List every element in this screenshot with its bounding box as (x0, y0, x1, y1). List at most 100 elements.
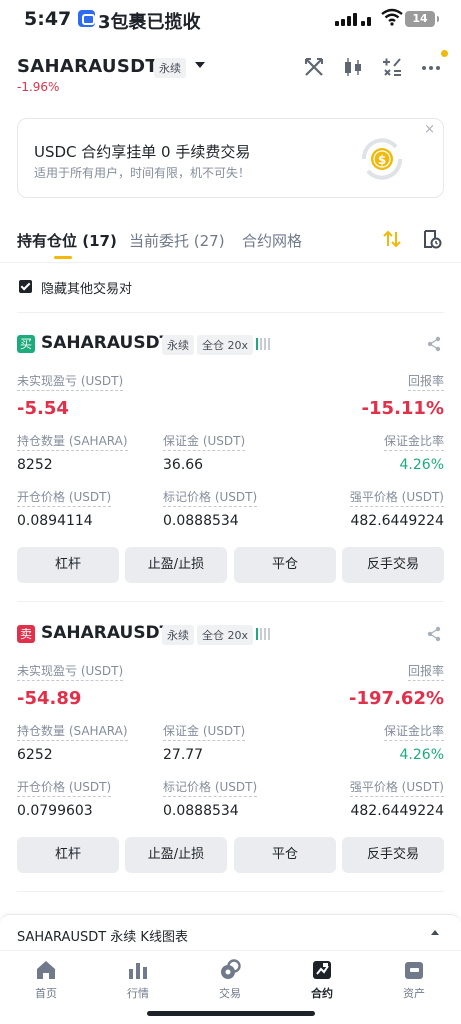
leverage-button[interactable]: 杠杆 (17, 547, 119, 583)
signal-icon (335, 12, 375, 26)
candlestick-icon[interactable] (342, 56, 364, 78)
position-symbol[interactable]: SAHARAUSDT (41, 333, 171, 353)
liq-price-label[interactable]: 强平价格 (USDT) (349, 778, 444, 797)
status-time: 5:47 (24, 8, 72, 30)
tab-open-orders[interactable]: 当前委托 (27) (129, 230, 225, 251)
divider (17, 601, 444, 602)
contract-type-tag: 永续 (162, 625, 194, 645)
share-icon[interactable] (426, 336, 442, 352)
nav-markets[interactable]: 行情 (108, 959, 168, 1001)
nav-futures-label: 合约 (311, 987, 333, 1000)
home-icon (37, 961, 55, 979)
tab-positions[interactable]: 持有仓位 (17) (17, 230, 117, 251)
position-card: 买 SAHARAUSDT 永续 全仓 20x 未实现盈亏 (USDT) 回报率 … (0, 333, 461, 595)
unrealized-pnl-label[interactable]: 未实现盈亏 (USDT) (17, 662, 124, 681)
battery-indicator: 14 (405, 11, 439, 27)
calculator-icon[interactable] (381, 56, 403, 78)
nav-assets-label: 资产 (403, 987, 425, 1000)
futures-icon (313, 961, 331, 979)
mark-price-value: 0.0888534 (163, 803, 239, 819)
roe-value: -15.11% (361, 398, 444, 419)
margin-label[interactable]: 保证金 (USDT) (163, 722, 246, 741)
size-label[interactable]: 持仓数量 (SAHARA) (17, 722, 128, 741)
roe-label[interactable]: 回报率 (407, 662, 444, 681)
unrealized-pnl-value: -5.54 (17, 398, 69, 419)
banner-title: USDC 合约享挂单 0 手续费交易 (34, 143, 251, 161)
liq-price-label[interactable]: 强平价格 (USDT) (349, 488, 444, 507)
margin-ratio-value: 4.26% (399, 747, 444, 763)
close-position-button[interactable]: 平仓 (234, 547, 336, 583)
mark-price-label[interactable]: 标记价格 (USDT) (163, 488, 258, 507)
nav-home[interactable]: 首页 (16, 959, 76, 1001)
notification-dot (441, 50, 448, 57)
margin-mode-tag[interactable]: 全仓 20x (197, 625, 254, 645)
entry-price-value: 0.0894114 (17, 513, 93, 529)
tp-sl-button[interactable]: 止盈/止损 (125, 547, 227, 583)
wallet-icon (405, 962, 423, 979)
chevron-down-icon[interactable] (195, 62, 205, 68)
hide-other-pairs-label: 隐藏其他交易对 (41, 282, 133, 297)
margin-ratio-value: 4.26% (399, 457, 444, 473)
history-icon[interactable] (422, 229, 442, 249)
checkbox-checked-icon[interactable] (19, 280, 32, 293)
nav-assets[interactable]: 资产 (384, 959, 444, 1001)
liq-price-value: 482.6449224 (350, 513, 444, 529)
kline-chart-bar[interactable]: SAHARAUSDT 永续 K线图表 (0, 914, 461, 950)
close-icon[interactable]: × (424, 122, 435, 137)
symbol-title[interactable]: SAHARAUSDT (17, 56, 158, 77)
chevron-up-icon[interactable] (431, 930, 439, 935)
entry-price-label[interactable]: 开仓价格 (USDT) (17, 778, 112, 797)
more-icon[interactable] (420, 56, 442, 78)
trade-icon (221, 959, 241, 979)
nav-home-label: 首页 (35, 987, 57, 1000)
nav-trade-label: 交易 (219, 987, 241, 1000)
margin-mode-tag[interactable]: 全仓 20x (197, 335, 254, 355)
nav-futures[interactable]: 合约 (292, 959, 352, 1001)
size-value: 8252 (17, 457, 53, 473)
close-position-button[interactable]: 平仓 (234, 837, 336, 873)
margin-value: 36.66 (163, 457, 204, 473)
price-change: -1.96% (17, 80, 60, 94)
reverse-position-button[interactable]: 反手交易 (342, 547, 444, 583)
size-label[interactable]: 持仓数量 (SAHARA) (17, 432, 128, 451)
position-symbol[interactable]: SAHARAUSDT (41, 623, 171, 643)
adl-indicator-icon (256, 338, 272, 350)
entry-price-label[interactable]: 开仓价格 (USDT) (17, 488, 112, 507)
promo-banner[interactable]: USDC 合约享挂单 0 手续费交易 适用于所有用户，时间有限，机不可失！ × … (17, 118, 444, 198)
bar-chart-icon (129, 963, 147, 979)
divider (17, 312, 444, 313)
status-bar: 5:47 3包裹已揽收 14 (0, 0, 461, 40)
liq-price-value: 482.6449224 (350, 803, 444, 819)
divider (17, 891, 444, 892)
entry-price-value: 0.0799603 (17, 803, 93, 819)
tabs-divider (0, 262, 461, 263)
tp-sl-button[interactable]: 止盈/止损 (125, 837, 227, 873)
wifi-icon (381, 8, 403, 26)
leverage-button[interactable]: 杠杆 (17, 837, 119, 873)
adl-indicator-icon (256, 628, 272, 640)
reverse-position-button[interactable]: 反手交易 (342, 837, 444, 873)
mark-price-label[interactable]: 标记价格 (USDT) (163, 778, 258, 797)
home-indicator (147, 1011, 315, 1016)
margin-ratio-label[interactable]: 保证金比率 (383, 722, 444, 741)
svg-text:$: $ (378, 153, 386, 167)
tab-futures-grid[interactable]: 合约网格 (242, 230, 302, 251)
side-badge-short: 卖 (17, 625, 35, 643)
margin-label[interactable]: 保证金 (USDT) (163, 432, 246, 451)
margin-ratio-label[interactable]: 保证金比率 (383, 432, 444, 451)
banner-subtitle: 适用于所有用户，时间有限，机不可失！ (34, 166, 251, 180)
share-icon[interactable] (426, 626, 442, 642)
roe-label[interactable]: 回报率 (407, 372, 444, 391)
nav-trade[interactable]: 交易 (200, 959, 260, 1001)
size-value: 6252 (17, 747, 53, 763)
swords-icon[interactable] (303, 56, 325, 78)
roe-value: -197.62% (349, 688, 444, 709)
coin-refresh-icon: $ (361, 138, 403, 180)
contract-type-tag: 永续 (154, 58, 186, 78)
app-notification-icon (78, 10, 95, 27)
status-app-label: 3包裹已揽收 (98, 12, 201, 33)
sort-icon[interactable] (382, 229, 402, 249)
unrealized-pnl-label[interactable]: 未实现盈亏 (USDT) (17, 372, 124, 391)
position-card: 卖 SAHARAUSDT 永续 全仓 20x 未实现盈亏 (USDT) 回报率 … (0, 623, 461, 885)
tab-active-indicator (54, 256, 72, 259)
